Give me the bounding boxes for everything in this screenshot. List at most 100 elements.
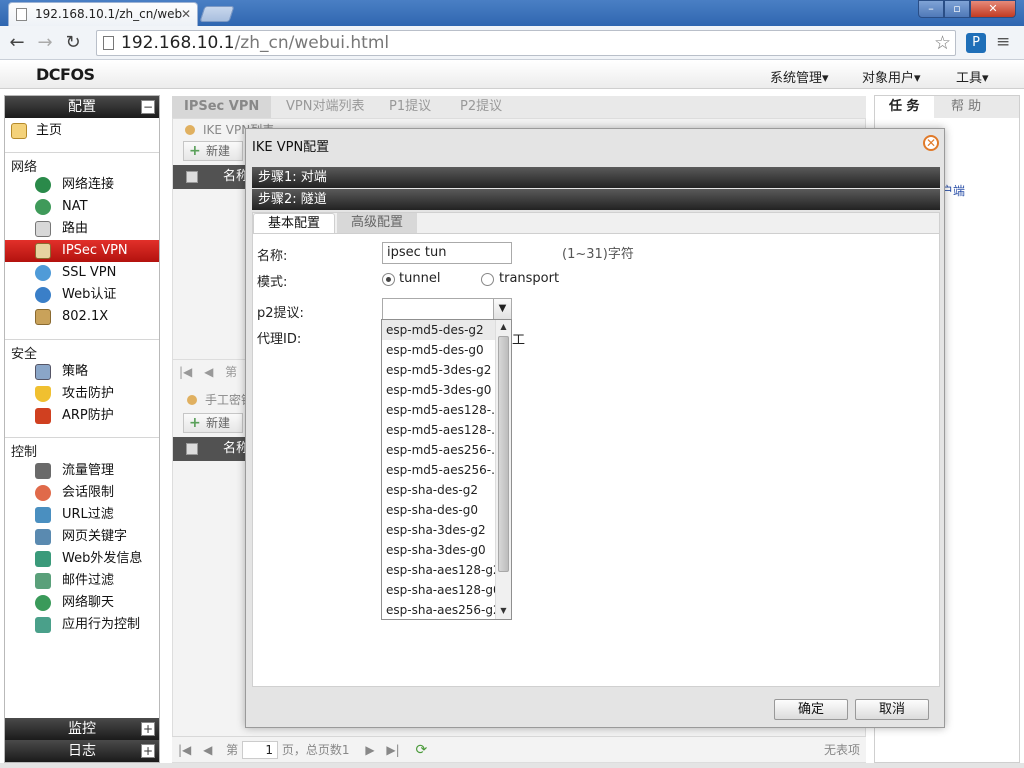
dropdown-option[interactable]: esp-md5-3des-g0: [382, 380, 495, 400]
sidebar-item-url-filter[interactable]: URL过滤: [5, 504, 159, 526]
extension-icon[interactable]: P: [966, 33, 986, 53]
mode-transport-radio[interactable]: [481, 273, 494, 286]
scroll-up-icon[interactable]: ▲: [496, 320, 511, 334]
sidebar-item-app-control[interactable]: 应用行为控制: [5, 614, 159, 636]
pager-next-icon[interactable]: ▶: [353, 743, 374, 757]
sidebar-item-label: Web外发信息: [62, 551, 143, 566]
tab-vpn-peers[interactable]: VPN对端列表: [274, 96, 376, 118]
dropdown-option[interactable]: esp-sha-des-g2: [382, 480, 495, 500]
step1-header[interactable]: 步骤1: 对端: [252, 167, 940, 188]
tab-basic-config[interactable]: 基本配置: [253, 213, 336, 233]
dropdown-option[interactable]: esp-sha-des-g0: [382, 500, 495, 520]
mode-transport-label: transport: [499, 271, 560, 286]
back-icon[interactable]: ←: [6, 32, 28, 54]
collapse-icon[interactable]: −: [141, 100, 155, 114]
select-all-checkbox[interactable]: [186, 171, 198, 183]
mode-label: 模式:: [257, 275, 288, 290]
new-tab-button[interactable]: [199, 6, 235, 22]
sidebar-monitor-header[interactable]: 监控 +: [5, 718, 159, 740]
sidebar-item-web-auth[interactable]: Web认证: [5, 284, 159, 306]
address-bar[interactable]: 192.168.10.1/zh_cn/webui.html ☆: [96, 30, 956, 56]
sidebar-item-attack-defense[interactable]: 攻击防护: [5, 383, 159, 405]
menu-tools[interactable]: 工具▾: [956, 67, 989, 86]
sidebar-item-policy[interactable]: 策略: [5, 361, 159, 383]
sidebar-item-web-outgoing[interactable]: Web外发信息: [5, 548, 159, 570]
dropdown-option[interactable]: esp-sha-aes128-g2: [382, 560, 495, 580]
dropdown-option[interactable]: esp-md5-3des-g2: [382, 360, 495, 380]
browser-titlebar: 192.168.10.1/zh_cn/web ✕ – ▫ ✕: [0, 0, 1024, 26]
pager-page-input[interactable]: 1: [242, 741, 279, 759]
logo: DCFOS: [36, 65, 95, 84]
scroll-down-icon[interactable]: ▼: [496, 604, 511, 618]
sidebar-item-chat[interactable]: 网络聊天: [5, 592, 159, 614]
dropdown-option[interactable]: esp-sha-aes256-g2: [382, 600, 495, 619]
sidebar-item-keyword[interactable]: 网页关键字: [5, 526, 159, 548]
tab-tasks[interactable]: 任 务: [875, 96, 934, 118]
pager-prev-icon[interactable]: ◀: [195, 743, 212, 757]
tab-advanced-config[interactable]: 高级配置: [337, 213, 418, 233]
sidebar-item-traffic[interactable]: 流量管理: [5, 460, 159, 482]
chevron-down-icon[interactable]: ▼: [493, 299, 511, 319]
dropdown-scrollbar[interactable]: ▲ ▼: [495, 320, 511, 619]
tab-p1-proposal[interactable]: P1提议: [377, 96, 443, 118]
dropdown-option[interactable]: esp-sha-3des-g2: [382, 520, 495, 540]
group-control: 控制: [11, 445, 38, 460]
mail-icon: [35, 573, 51, 589]
sidebar-item-mail-filter[interactable]: 邮件过滤: [5, 570, 159, 592]
dropdown-option[interactable]: esp-sha-aes128-g0: [382, 580, 495, 600]
pager-first-icon[interactable]: |◀: [172, 743, 191, 757]
maximize-button[interactable]: ▫: [944, 0, 970, 18]
sidebar-item-session-limit[interactable]: 会话限制: [5, 482, 159, 504]
new-button[interactable]: + 新建: [183, 413, 243, 433]
dropdown-option[interactable]: esp-md5-aes128-...: [382, 420, 495, 440]
sidebar-item-8021x[interactable]: 802.1X: [5, 306, 159, 328]
dropdown-option[interactable]: esp-md5-aes256-...: [382, 460, 495, 480]
pager-prev-icon[interactable]: ◀: [196, 365, 213, 379]
sidebar-item-label: 策略: [62, 364, 89, 379]
browser-menu-icon[interactable]: ≡: [996, 32, 1010, 52]
bookmark-star-icon[interactable]: ☆: [934, 31, 951, 55]
sidebar-item-ssl-vpn[interactable]: SSL VPN: [5, 262, 159, 284]
sidebar-item-home[interactable]: 主页: [5, 120, 159, 142]
new-button[interactable]: + 新建: [183, 141, 243, 161]
sidebar-log-header[interactable]: 日志 +: [5, 740, 159, 762]
sidebar-item-ipsec-vpn[interactable]: IPSec VPN: [5, 240, 159, 262]
dropdown-option[interactable]: esp-md5-des-g0: [382, 340, 495, 360]
sidebar-log-title: 日志: [68, 743, 96, 759]
menu-object-user[interactable]: 对象用户▾: [862, 67, 921, 86]
cancel-button[interactable]: 取消: [855, 699, 929, 720]
p2-proposal-select[interactable]: ▼: [382, 298, 512, 320]
scrollbar-thumb[interactable]: [498, 336, 509, 572]
ok-button[interactable]: 确定: [774, 699, 848, 720]
sidebar-config-header[interactable]: 配置 −: [5, 96, 159, 118]
p2-proposal-label: p2提议:: [257, 306, 304, 321]
menu-system-admin[interactable]: 系统管理▾: [770, 67, 829, 86]
sidebar-item-route[interactable]: 路由: [5, 218, 159, 240]
pager-last-icon[interactable]: ▶|: [378, 743, 399, 757]
dropdown-option[interactable]: esp-md5-des-g2: [382, 320, 495, 340]
pager-first-icon[interactable]: |◀: [173, 365, 192, 379]
close-icon[interactable]: ✕: [923, 135, 939, 151]
sidebar-item-nat[interactable]: NAT: [5, 196, 159, 218]
forward-icon[interactable]: →: [34, 32, 56, 54]
name-input[interactable]: ipsec tun: [382, 242, 512, 264]
tab-help[interactable]: 帮 助: [937, 96, 995, 118]
select-all-checkbox[interactable]: [186, 443, 198, 455]
close-tab-icon[interactable]: ✕: [181, 3, 191, 25]
dropdown-option[interactable]: esp-sha-3des-g0: [382, 540, 495, 560]
sidebar-item-arp-defense[interactable]: ARP防护: [5, 405, 159, 427]
minimize-button[interactable]: –: [918, 0, 944, 18]
dropdown-option[interactable]: esp-md5-aes256-...: [382, 440, 495, 460]
browser-tab[interactable]: 192.168.10.1/zh_cn/web ✕: [8, 2, 198, 26]
expand-icon[interactable]: +: [141, 744, 155, 758]
sidebar-item-network-connection[interactable]: 网络连接: [5, 174, 159, 196]
close-window-button[interactable]: ✕: [970, 0, 1016, 18]
tab-ipsec-vpn[interactable]: IPSec VPN: [172, 96, 272, 118]
step2-header[interactable]: 步骤2: 隧道: [252, 189, 940, 210]
expand-icon[interactable]: +: [141, 722, 155, 736]
tab-p2-proposal[interactable]: P2提议: [448, 96, 514, 118]
mode-tunnel-radio[interactable]: [382, 273, 395, 286]
reload-icon[interactable]: ↻: [62, 32, 84, 54]
refresh-icon[interactable]: ⟳: [403, 742, 427, 758]
dropdown-option[interactable]: esp-md5-aes128-...: [382, 400, 495, 420]
